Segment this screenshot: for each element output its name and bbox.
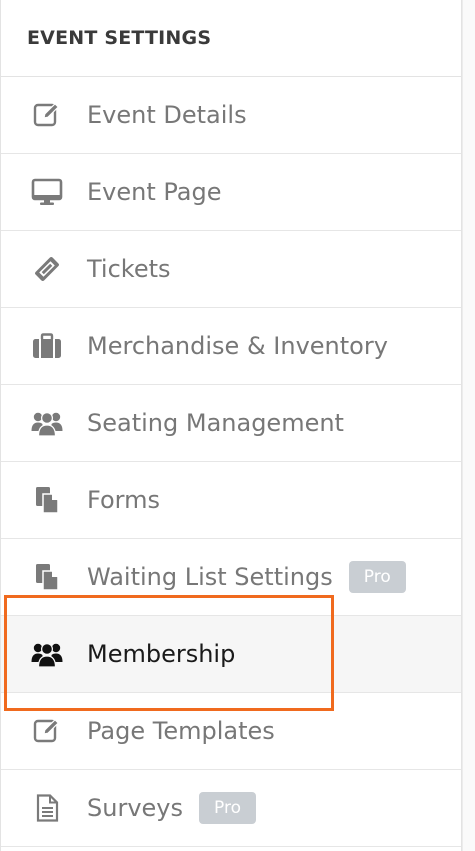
pro-badge: Pro xyxy=(199,792,256,824)
menu-item-label: Surveys xyxy=(87,794,183,822)
documents-icon xyxy=(29,559,65,595)
menu-item-label: Page Templates xyxy=(87,717,275,745)
menu-item-label: Event Page xyxy=(87,178,222,206)
users-icon xyxy=(29,405,65,441)
menu-item-label: Merchandise & Inventory xyxy=(87,332,388,360)
briefcase-icon xyxy=(29,328,65,364)
menu-item-tickets[interactable]: Tickets xyxy=(1,231,461,308)
menu-item-label: Event Details xyxy=(87,101,247,129)
edit-icon xyxy=(29,97,65,133)
document-icon xyxy=(29,790,65,826)
pro-badge: Pro xyxy=(348,561,406,593)
documents-icon xyxy=(29,482,65,518)
event-settings-panel: EVENT SETTINGS Event Details Event Page xyxy=(0,0,462,851)
menu-item-label: Membership xyxy=(87,640,236,668)
panel-title: EVENT SETTINGS xyxy=(27,27,212,49)
menu-item-label: Forms xyxy=(87,486,160,514)
panel-header: EVENT SETTINGS xyxy=(1,0,461,77)
menu-item-membership[interactable]: Membership xyxy=(1,616,461,693)
menu-item-merchandise-inventory[interactable]: Merchandise & Inventory xyxy=(1,308,461,385)
ticket-icon xyxy=(29,251,65,287)
menu-item-label: Tickets xyxy=(87,255,171,283)
scrollbar-track xyxy=(462,0,475,851)
users-icon xyxy=(29,636,65,672)
menu-item-label: Seating Management xyxy=(87,409,344,437)
menu-item-page-templates[interactable]: Page Templates xyxy=(1,693,461,770)
menu-item-event-details[interactable]: Event Details xyxy=(1,77,461,154)
menu-item-event-page[interactable]: Event Page xyxy=(1,154,461,231)
menu-item-forms[interactable]: Forms xyxy=(1,462,461,539)
menu-item-surveys[interactable]: Surveys Pro xyxy=(1,770,461,847)
menu-item-seating-management[interactable]: Seating Management xyxy=(1,385,461,462)
edit-icon xyxy=(29,713,65,749)
menu-item-waiting-list-settings[interactable]: Waiting List Settings Pro xyxy=(1,539,461,616)
menu-item-label: Waiting List Settings xyxy=(87,563,333,591)
monitor-icon xyxy=(29,174,65,210)
